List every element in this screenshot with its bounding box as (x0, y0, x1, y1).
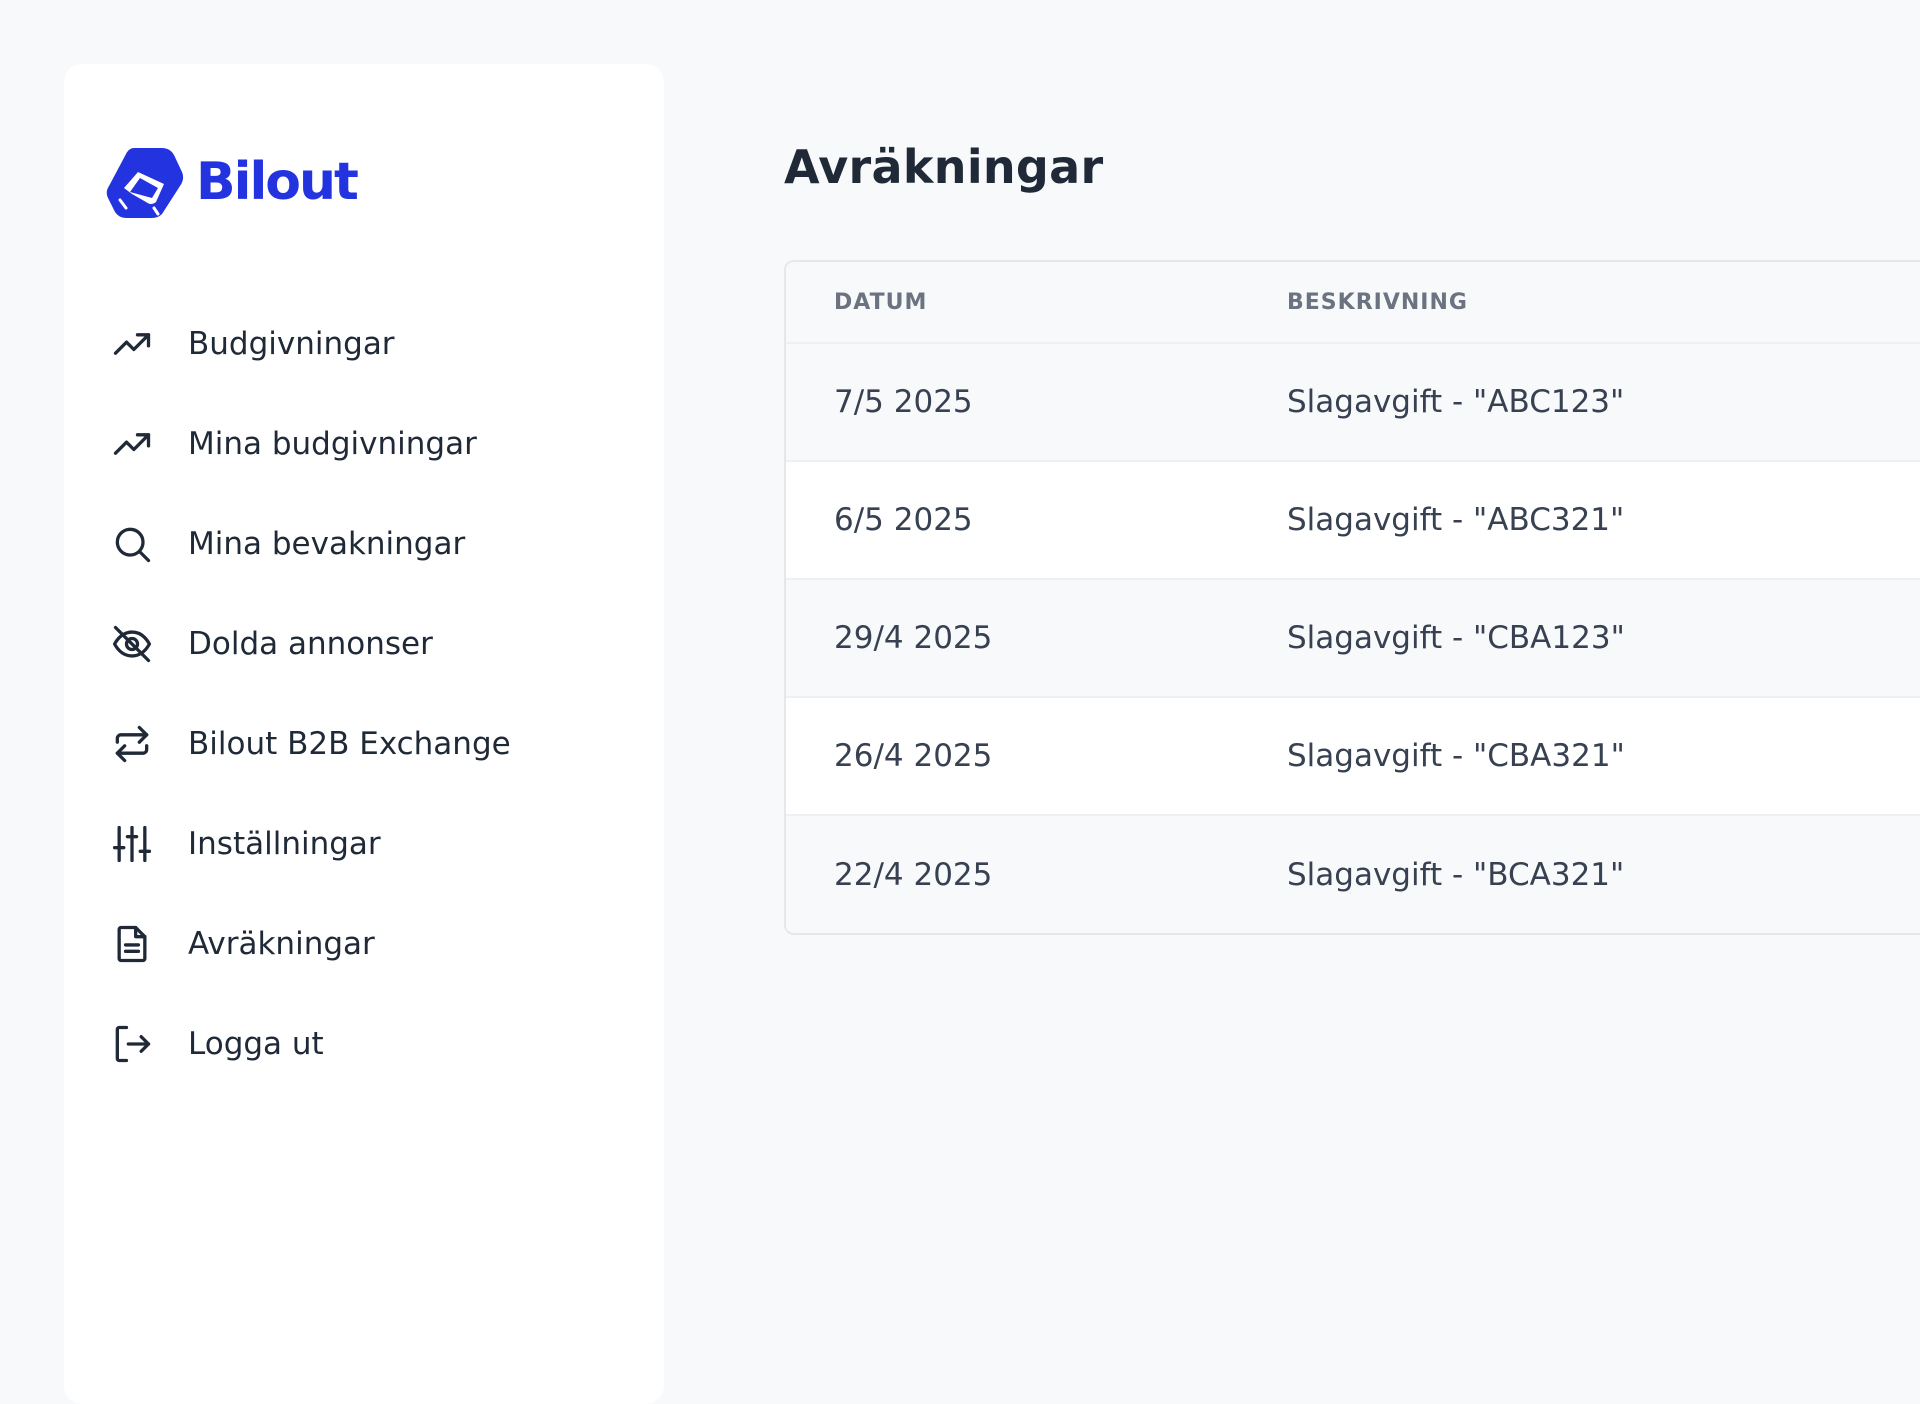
table-row[interactable]: 26/4 2025 Slagavgift - "CBA321" (786, 698, 1920, 816)
sidebar: Bilout Budgivningar Mina budgivningar Mi… (64, 64, 664, 1404)
sidebar-item-installningar[interactable]: Inställningar (104, 794, 644, 894)
sidebar-item-mina-budgivningar[interactable]: Mina budgivningar (104, 394, 644, 494)
sidebar-item-label: Bilout B2B Exchange (188, 726, 511, 762)
column-header-description[interactable]: BESKRIVNING (1287, 290, 1468, 315)
row-description: Slagavgift - "ABC321" (1287, 502, 1625, 538)
bilout-logo-icon (106, 148, 184, 218)
row-date: 22/4 2025 (834, 857, 993, 893)
table-body: 7/5 2025 Slagavgift - "ABC123" 6/5 2025 … (786, 344, 1920, 933)
sidebar-item-label: Avräkningar (188, 926, 375, 962)
row-date: 7/5 2025 (834, 384, 973, 420)
sidebar-item-logga-ut[interactable]: Logga ut (104, 994, 644, 1094)
table-row[interactable]: 29/4 2025 Slagavgift - "CBA123" (786, 580, 1920, 698)
sidebar-item-label: Dolda annonser (188, 626, 433, 662)
trending-up-icon (110, 422, 154, 466)
page-title: Avräkningar (784, 140, 1104, 194)
sidebar-item-mina-bevakningar[interactable]: Mina bevakningar (104, 494, 644, 594)
row-description: Slagavgift - "CBA123" (1287, 620, 1625, 656)
row-description: Slagavgift - "CBA321" (1287, 738, 1625, 774)
logout-icon (110, 1022, 154, 1066)
row-date: 29/4 2025 (834, 620, 993, 656)
table-row[interactable]: 6/5 2025 Slagavgift - "ABC321" (786, 462, 1920, 580)
brand-name: Bilout (196, 152, 359, 212)
row-date: 26/4 2025 (834, 738, 993, 774)
document-icon (110, 922, 154, 966)
sidebar-item-b2b-exchange[interactable]: Bilout B2B Exchange (104, 694, 644, 794)
row-description: Slagavgift - "BCA321" (1287, 857, 1625, 893)
settlements-table: DATUM BESKRIVNING 7/5 2025 Slagavgift - … (784, 260, 1920, 935)
brand-logo[interactable]: Bilout (104, 142, 359, 222)
sidebar-item-label: Budgivningar (188, 326, 395, 362)
table-row[interactable]: 22/4 2025 Slagavgift - "BCA321" (786, 816, 1920, 933)
sidebar-item-label: Inställningar (188, 826, 381, 862)
sidebar-item-budgivningar[interactable]: Budgivningar (104, 294, 644, 394)
repeat-icon (110, 722, 154, 766)
sidebar-item-label: Mina bevakningar (188, 526, 466, 562)
sidebar-item-label: Mina budgivningar (188, 426, 477, 462)
row-date: 6/5 2025 (834, 502, 973, 538)
search-icon (110, 522, 154, 566)
table-header: DATUM BESKRIVNING (786, 262, 1920, 344)
trending-up-icon (110, 322, 154, 366)
sliders-icon (110, 822, 154, 866)
sidebar-nav: Budgivningar Mina budgivningar Mina beva… (104, 294, 644, 1094)
row-description: Slagavgift - "ABC123" (1287, 384, 1625, 420)
sidebar-item-dolda-annonser[interactable]: Dolda annonser (104, 594, 644, 694)
table-row[interactable]: 7/5 2025 Slagavgift - "ABC123" (786, 344, 1920, 462)
sidebar-item-label: Logga ut (188, 1026, 324, 1062)
sidebar-item-avrakningar[interactable]: Avräkningar (104, 894, 644, 994)
column-header-date[interactable]: DATUM (786, 290, 1287, 315)
eye-off-icon (110, 622, 154, 666)
